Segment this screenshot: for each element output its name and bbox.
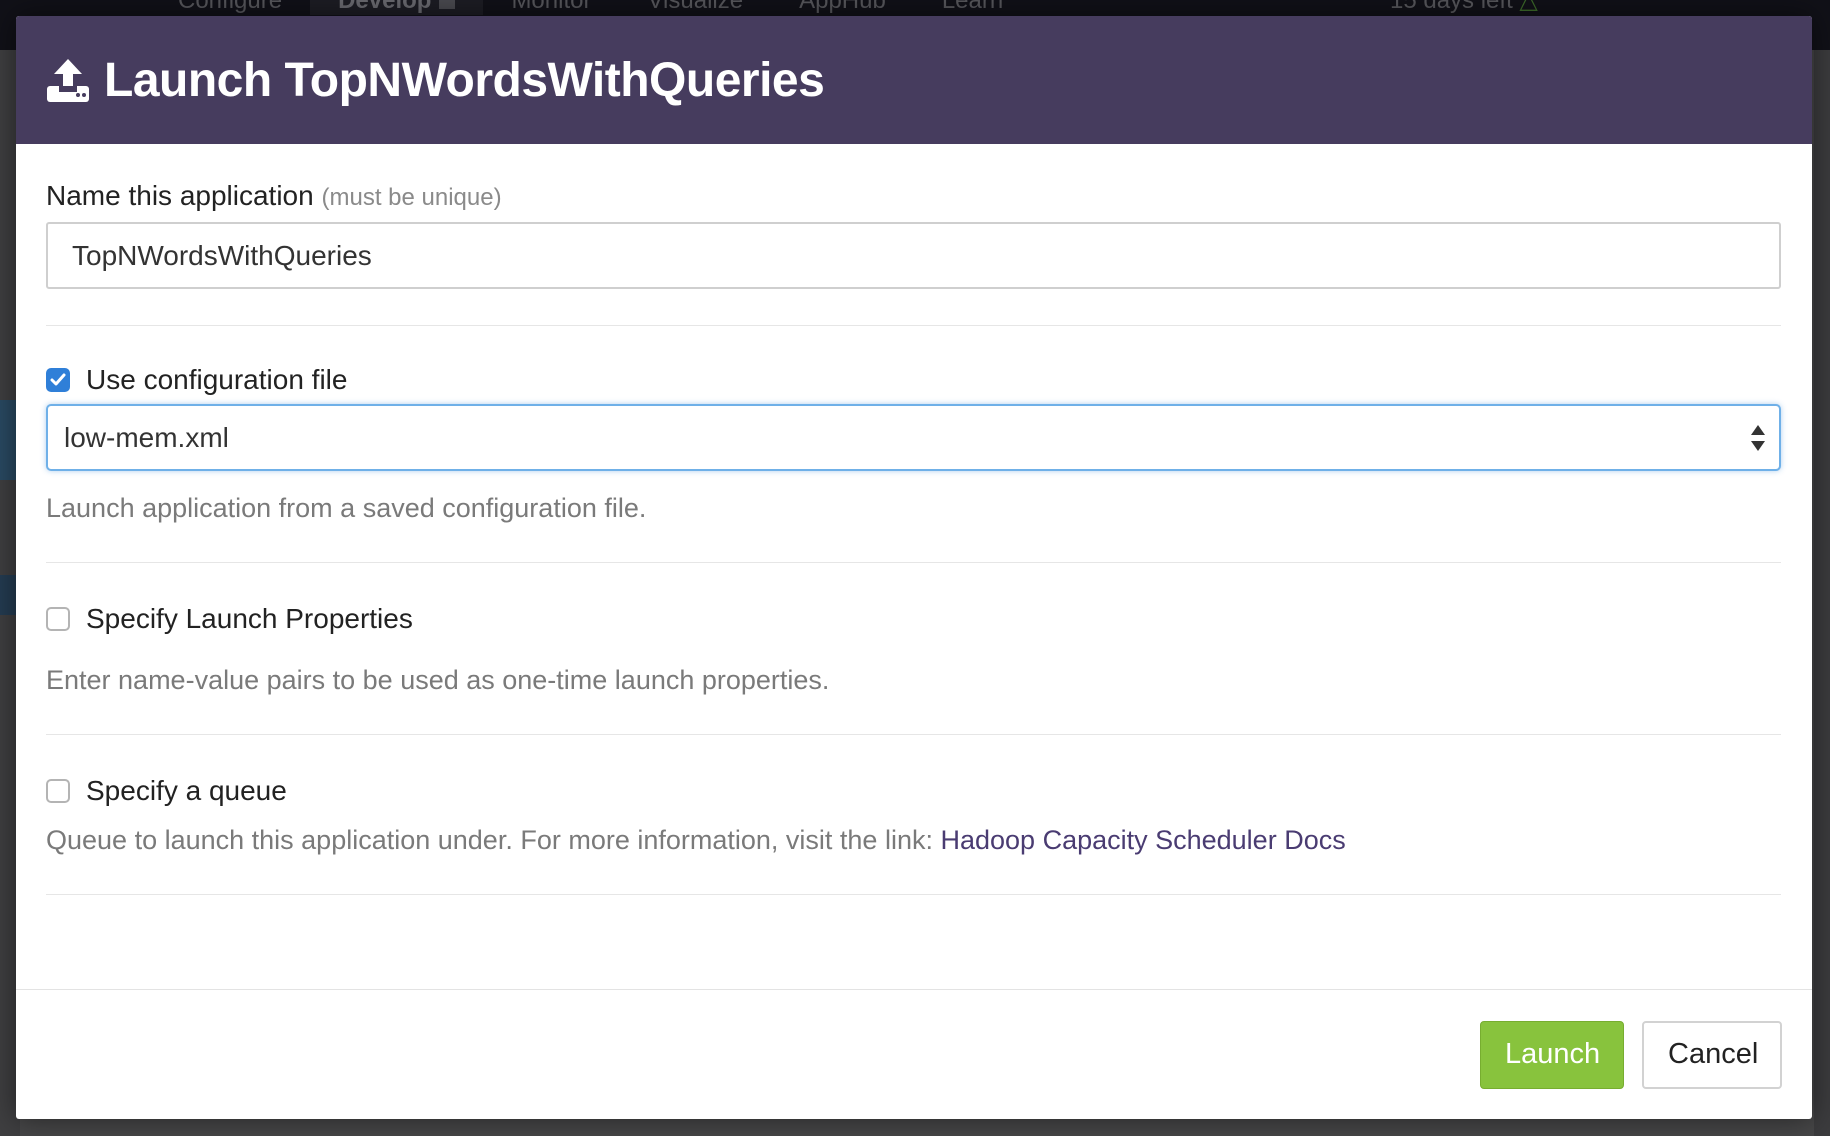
select-arrows-icon <box>1751 424 1765 451</box>
modal-footer: Launch Cancel <box>16 989 1812 1119</box>
use-config-label: Use configuration file <box>86 364 348 395</box>
hadoop-docs-link[interactable]: Hadoop Capacity Scheduler Docs <box>940 825 1345 855</box>
launch-properties-row: Specify Launch Properties <box>46 603 1782 635</box>
bg-nav-develop: Develop <box>310 0 484 15</box>
bg-nav-monitor: Monitor <box>511 0 592 14</box>
bg-trial-text: 15 days left △ <box>1390 0 1538 14</box>
name-label-hint: (must be unique) <box>321 184 502 211</box>
checkmark-icon <box>50 373 66 386</box>
divider <box>46 734 1781 735</box>
queue-help: Queue to launch this application under. … <box>46 825 1782 856</box>
background-right-strip <box>1814 50 1830 1136</box>
modal-body: Name this application (must be unique) U… <box>16 144 1812 895</box>
launch-properties-help: Enter name-value pairs to be used as one… <box>46 665 830 695</box>
name-field-label: Name this application (must be unique) <box>46 180 1782 212</box>
modal-header: Launch TopNWordsWithQueries <box>16 16 1812 144</box>
config-file-select[interactable]: low-mem.xml <box>46 404 1781 471</box>
queue-row: Specify a queue <box>46 775 1782 807</box>
background-highlight-2 <box>0 575 16 615</box>
divider <box>46 894 1781 895</box>
cancel-button[interactable]: Cancel <box>1642 1020 1782 1089</box>
config-file-help: Launch application from a saved configur… <box>46 493 647 523</box>
divider <box>46 562 1781 563</box>
queue-label: Specify a queue <box>86 775 287 806</box>
divider <box>46 325 1781 326</box>
config-file-row: Use configuration file <box>46 364 1782 396</box>
queue-help-text: Queue to launch this application under. … <box>46 825 933 855</box>
launch-button[interactable]: Launch <box>1480 1020 1624 1089</box>
launch-modal: Launch TopNWordsWithQueries Name this ap… <box>16 16 1812 1119</box>
background-highlight <box>0 400 16 480</box>
config-file-selected: low-mem.xml <box>64 421 229 453</box>
launch-properties-label: Specify Launch Properties <box>86 603 413 634</box>
queue-checkbox[interactable] <box>46 779 70 803</box>
bg-nav-visualize: Visualize <box>647 0 744 14</box>
use-config-checkbox[interactable] <box>46 368 70 392</box>
application-name-input[interactable] <box>46 222 1781 289</box>
bg-nav-learn: Learn <box>941 0 1004 14</box>
bg-nav-configure: Configure <box>178 0 283 14</box>
launch-properties-checkbox[interactable] <box>46 607 70 631</box>
name-label-text: Name this application <box>46 180 314 211</box>
upload-icon <box>46 57 90 103</box>
bg-nav-apphub: AppHub <box>799 0 886 14</box>
modal-title: Launch TopNWordsWithQueries <box>104 53 825 107</box>
